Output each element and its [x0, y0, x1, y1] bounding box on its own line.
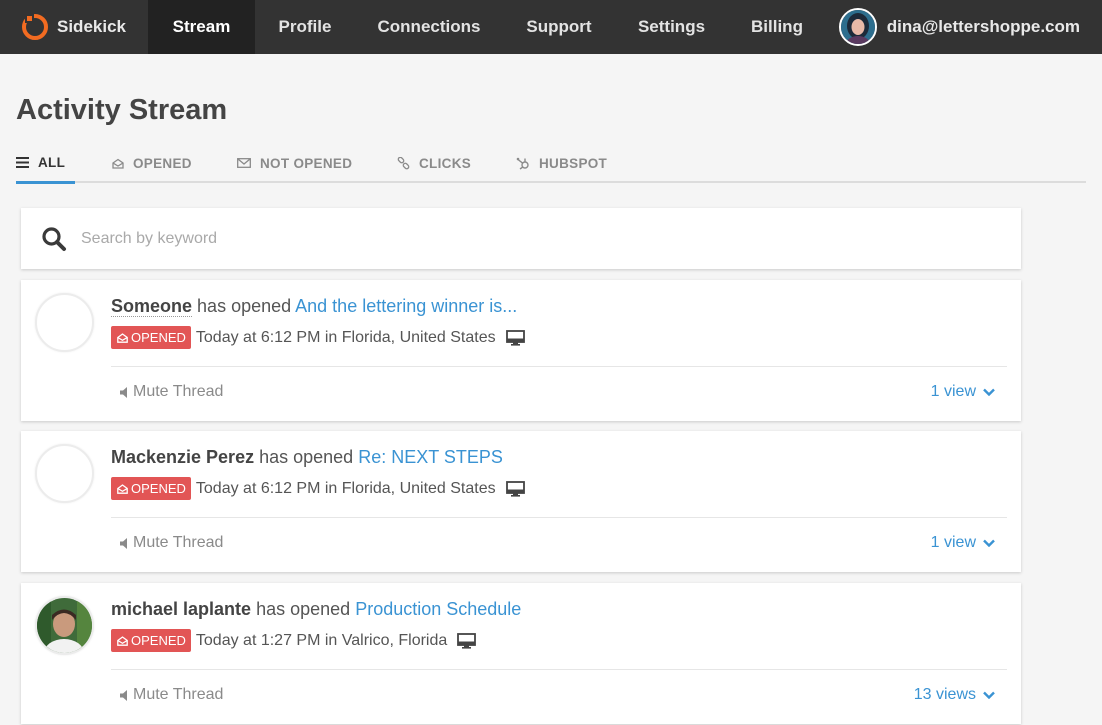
views-toggle[interactable]: 1 view [931, 383, 995, 401]
user-avatar [838, 8, 877, 46]
activity-card: Mackenzie Perez has opened Re: NEXT STEP… [21, 431, 1021, 572]
chevron-down-icon [983, 388, 995, 396]
opened-envelope-icon [117, 483, 128, 494]
brand[interactable]: Sidekick [0, 0, 148, 54]
activity-verb: has opened [256, 599, 351, 619]
speaker-icon [120, 386, 127, 398]
filter-tabs: ALL OPENED NOT OPENED CLICKS HUBSPOT [16, 143, 1086, 184]
envelope-icon [237, 158, 251, 168]
divider [111, 517, 1007, 518]
views-toggle[interactable]: 13 views [914, 686, 995, 704]
activity-summary: Mackenzie Perez has opened Re: NEXT STEP… [111, 447, 503, 468]
avatar-placeholder [35, 444, 94, 503]
activity-details: OPENED Today at 1:27 PM in Valrico, Flor… [111, 629, 477, 652]
nav-stream[interactable]: Stream [148, 0, 255, 54]
user-photo-icon [840, 10, 875, 44]
activity-summary: Someone has opened And the lettering win… [111, 296, 517, 317]
tab-opened-label: OPENED [133, 155, 192, 171]
sender-name[interactable]: michael laplante [111, 599, 251, 619]
opened-badge-label: OPENED [131, 330, 186, 345]
tab-clicks[interactable]: CLICKS [397, 143, 471, 183]
search-bar [21, 208, 1021, 269]
desktop-icon [505, 329, 525, 346]
views-count: 13 views [913, 686, 976, 703]
list-icon [16, 156, 29, 168]
nav-settings[interactable]: Settings [615, 0, 728, 54]
views-count: 1 view [930, 534, 976, 551]
brand-name: Sidekick [57, 17, 126, 36]
opened-badge: OPENED [111, 326, 191, 349]
nav-support[interactable]: Support [503, 0, 615, 54]
contact-avatar [35, 596, 94, 655]
user-email: dina@lettershoppe.com [886, 17, 1080, 36]
nav-profile[interactable]: Profile [255, 0, 355, 54]
speaker-icon [120, 537, 127, 549]
tab-all[interactable]: ALL [16, 143, 75, 184]
desktop-icon [457, 632, 477, 649]
avatar-placeholder [35, 293, 94, 352]
opened-badge-label: OPENED [131, 633, 186, 648]
nav-billing[interactable]: Billing [728, 0, 826, 54]
chevron-down-icon [983, 539, 995, 547]
tab-hubspot-label: HUBSPOT [539, 155, 608, 171]
activity-details: OPENED Today at 6:12 PM in Florida, Unit… [111, 326, 525, 349]
email-subject-link[interactable]: And the lettering winner is... [295, 296, 517, 316]
chevron-down-icon [983, 691, 995, 699]
page-title: Activity Stream [16, 94, 228, 126]
hubspot-icon [516, 156, 530, 170]
mute-thread-label: Mute Thread [133, 383, 224, 400]
link-icon [397, 156, 410, 170]
email-subject-link[interactable]: Production Schedule [355, 599, 521, 619]
tab-opened[interactable]: OPENED [112, 143, 192, 183]
divider [111, 366, 1007, 367]
activity-card: michael laplante has opened Production S… [21, 583, 1021, 724]
opened-badge-label: OPENED [131, 481, 186, 496]
nav-connections[interactable]: Connections [355, 0, 503, 54]
activity-details: OPENED Today at 6:12 PM in Florida, Unit… [111, 477, 525, 500]
views-toggle[interactable]: 1 view [931, 534, 995, 552]
search-input[interactable] [81, 229, 881, 248]
opened-envelope-icon [112, 158, 124, 169]
activity-meta: Today at 6:12 PM in Florida, United Stat… [195, 328, 496, 346]
activity-summary: michael laplante has opened Production S… [111, 599, 521, 620]
mute-thread-button[interactable]: Mute Thread [120, 686, 223, 704]
email-subject-link[interactable]: Re: NEXT STEPS [358, 447, 503, 467]
sender-name[interactable]: Someone [111, 296, 193, 317]
search-icon[interactable] [41, 226, 67, 252]
activity-verb: has opened [259, 447, 354, 467]
speaker-icon [120, 689, 127, 701]
opened-envelope-icon [117, 332, 128, 343]
sender-name[interactable]: Mackenzie Perez [111, 447, 254, 467]
opened-envelope-icon [117, 635, 128, 646]
mute-thread-label: Mute Thread [133, 534, 224, 551]
tab-clicks-label: CLICKS [419, 155, 472, 171]
activity-meta: Today at 1:27 PM in Valrico, Florida [195, 631, 448, 649]
mute-thread-button[interactable]: Mute Thread [120, 534, 223, 552]
views-count: 1 view [930, 383, 976, 400]
activity-verb: has opened [197, 296, 292, 316]
tab-not-opened[interactable]: NOT OPENED [237, 143, 352, 183]
opened-badge: OPENED [111, 629, 191, 652]
sidekick-logo-icon [22, 14, 48, 40]
opened-badge: OPENED [111, 477, 191, 500]
desktop-icon [505, 480, 525, 497]
mute-thread-label: Mute Thread [133, 686, 224, 703]
activity-card: Someone has opened And the lettering win… [21, 280, 1021, 421]
divider [111, 669, 1007, 670]
tab-hubspot[interactable]: HUBSPOT [516, 143, 607, 183]
contact-photo-icon [37, 598, 92, 653]
activity-meta: Today at 6:12 PM in Florida, United Stat… [195, 479, 496, 497]
top-navbar: Sidekick Stream Profile Connections Supp… [0, 0, 1102, 54]
tab-all-label: ALL [38, 154, 66, 170]
user-menu[interactable]: dina@lettershoppe.com [838, 0, 1102, 54]
mute-thread-button[interactable]: Mute Thread [120, 383, 223, 401]
tab-not-opened-label: NOT OPENED [260, 155, 353, 171]
